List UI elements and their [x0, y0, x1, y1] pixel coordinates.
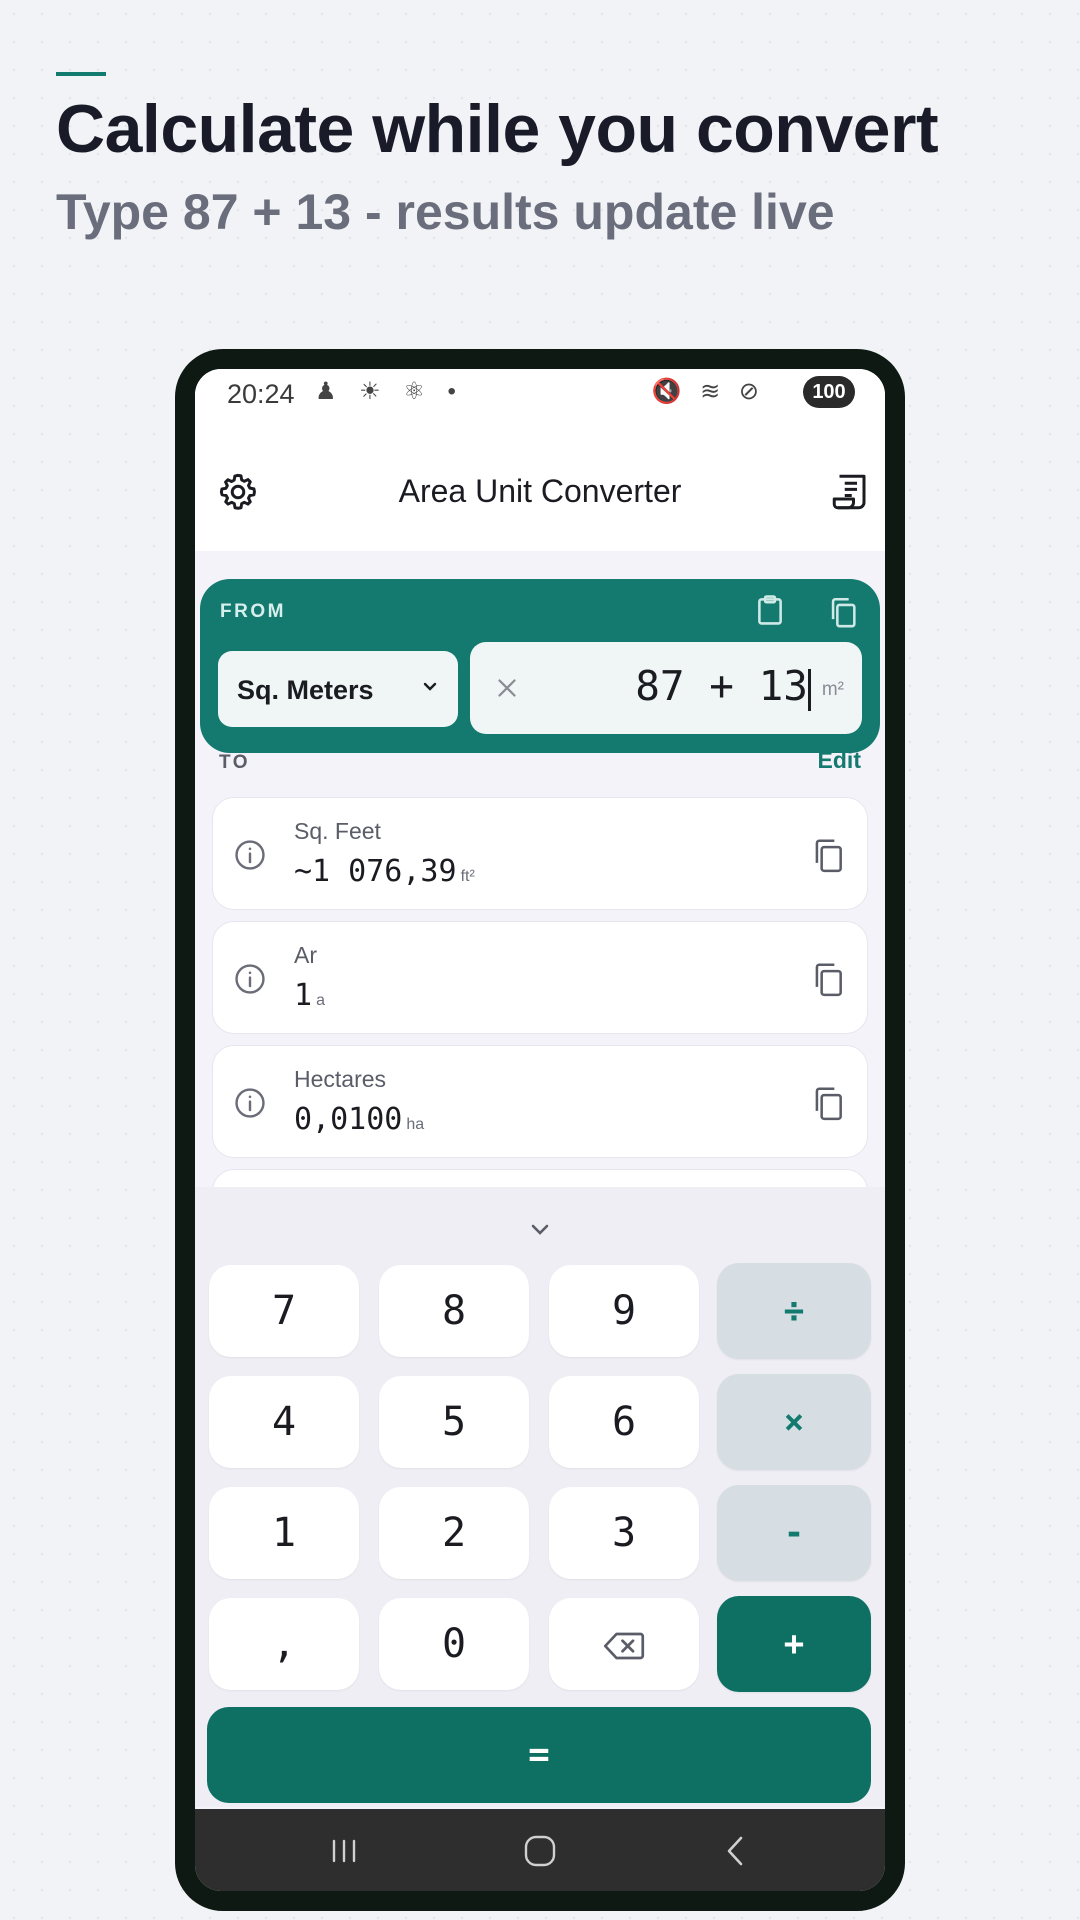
phone-screen: 20:24 ♟ ☀ ⚛ • 🔇 ≋ ⊘ 100 Area Unit Conver…: [195, 369, 885, 1891]
from-label: FROM: [220, 601, 286, 622]
result-value: ~1 076,39 ft²: [294, 854, 475, 889]
notification-icons: ♟ ☀ ⚛ •: [315, 378, 464, 405]
key-4[interactable]: 4: [209, 1376, 359, 1468]
receipt-icon: [832, 474, 866, 510]
info-icon[interactable]: [233, 838, 267, 872]
key-9[interactable]: 9: [549, 1265, 699, 1357]
app-bar: Area Unit Converter: [195, 431, 885, 551]
recent-apps-button[interactable]: [322, 1831, 366, 1871]
key-5[interactable]: 5: [379, 1376, 529, 1468]
key-multiply[interactable]: ×: [717, 1374, 871, 1470]
equals-button[interactable]: =: [207, 1707, 871, 1803]
paste-button[interactable]: [753, 593, 787, 627]
backspace-icon: [603, 1632, 645, 1660]
key-2[interactable]: 2: [379, 1487, 529, 1579]
battery-icon: 100: [803, 376, 855, 408]
from-unit-symbol: m²: [821, 679, 844, 700]
result-value: 1a: [294, 978, 325, 1013]
home-button[interactable]: [518, 1831, 562, 1871]
result-unit-symbol: a: [316, 992, 325, 1009]
result-number: 0,0100: [294, 1102, 403, 1137]
edit-button[interactable]: Edit: [818, 747, 861, 774]
info-icon[interactable]: [233, 1086, 267, 1120]
app-title: Area Unit Converter: [398, 473, 682, 509]
recents-icon: [332, 1839, 356, 1863]
result-unit-symbol: ft²: [460, 868, 475, 885]
key-divide[interactable]: ÷: [717, 1263, 871, 1359]
key-subtract[interactable]: -: [717, 1485, 871, 1581]
clipboard-icon: [758, 595, 782, 625]
history-button[interactable]: [829, 471, 871, 513]
chevron-down-icon: [423, 682, 437, 691]
copy-icon[interactable]: [809, 1084, 847, 1122]
result-card-hectares[interactable]: Hectares 0,0100 ha: [212, 1045, 868, 1158]
key-decimal-comma[interactable]: ,: [209, 1598, 359, 1690]
status-time: 20:24: [227, 379, 295, 409]
back-icon: [727, 1836, 743, 1866]
from-unit-dropdown[interactable]: Sq. Meters: [218, 651, 458, 727]
close-icon[interactable]: [492, 673, 522, 703]
to-label: TO: [219, 752, 251, 773]
result-value: 0,0100 ha: [294, 1102, 424, 1137]
system-nav-bar: [195, 1809, 885, 1891]
result-unit-name: Hectares: [294, 1066, 387, 1092]
result-unit-name: Sq. Feet: [294, 818, 381, 844]
chevron-down-icon: [531, 1224, 549, 1235]
from-card: FROM Sq. Meters 87 + 13 m²: [200, 579, 880, 753]
key-0[interactable]: 0: [379, 1598, 529, 1690]
status-bar: 20:24 ♟ ☀ ⚛ • 🔇 ≋ ⊘ 100: [195, 369, 885, 431]
key-6[interactable]: 6: [549, 1376, 699, 1468]
copy-input-button[interactable]: [826, 595, 860, 629]
calculator-keypad: 7 8 9 ÷ 4 5 6 × 1 2 3 - , 0 + =: [195, 1187, 885, 1807]
home-icon: [524, 1835, 556, 1867]
result-unit-symbol: ha: [406, 1116, 425, 1133]
expression-text: 87 + 13: [635, 662, 808, 710]
result-number: ~1 076,39: [294, 854, 457, 889]
backspace-button[interactable]: [549, 1598, 699, 1690]
system-status-icons: 🔇 ≋ ⊘: [651, 378, 765, 405]
copy-icon[interactable]: [809, 960, 847, 998]
back-button[interactable]: [713, 1831, 757, 1871]
key-add[interactable]: +: [717, 1596, 871, 1692]
value-input[interactable]: 87 + 13 m²: [470, 642, 862, 734]
result-unit-name: Ar: [294, 942, 317, 968]
promo-headline: Calculate while you convert: [56, 91, 939, 167]
text-caret: [808, 669, 811, 711]
result-card-ar[interactable]: Ar 1a: [212, 921, 868, 1034]
info-icon[interactable]: [233, 962, 267, 996]
key-1[interactable]: 1: [209, 1487, 359, 1579]
key-3[interactable]: 3: [549, 1487, 699, 1579]
collapse-keypad-button[interactable]: [520, 1215, 560, 1245]
result-number: 1: [294, 978, 313, 1013]
accent-line: [56, 72, 106, 76]
copy-icon: [831, 597, 856, 628]
promo-subhead: Type 87 + 13 - results update live: [56, 184, 835, 240]
key-7[interactable]: 7: [209, 1265, 359, 1357]
from-unit-label: Sq. Meters: [237, 675, 374, 705]
key-8[interactable]: 8: [379, 1265, 529, 1357]
copy-icon[interactable]: [809, 836, 847, 874]
phone-frame: 20:24 ♟ ☀ ⚛ • 🔇 ≋ ⊘ 100 Area Unit Conver…: [175, 349, 905, 1911]
result-card-sq-feet[interactable]: Sq. Feet ~1 076,39 ft²: [212, 797, 868, 910]
